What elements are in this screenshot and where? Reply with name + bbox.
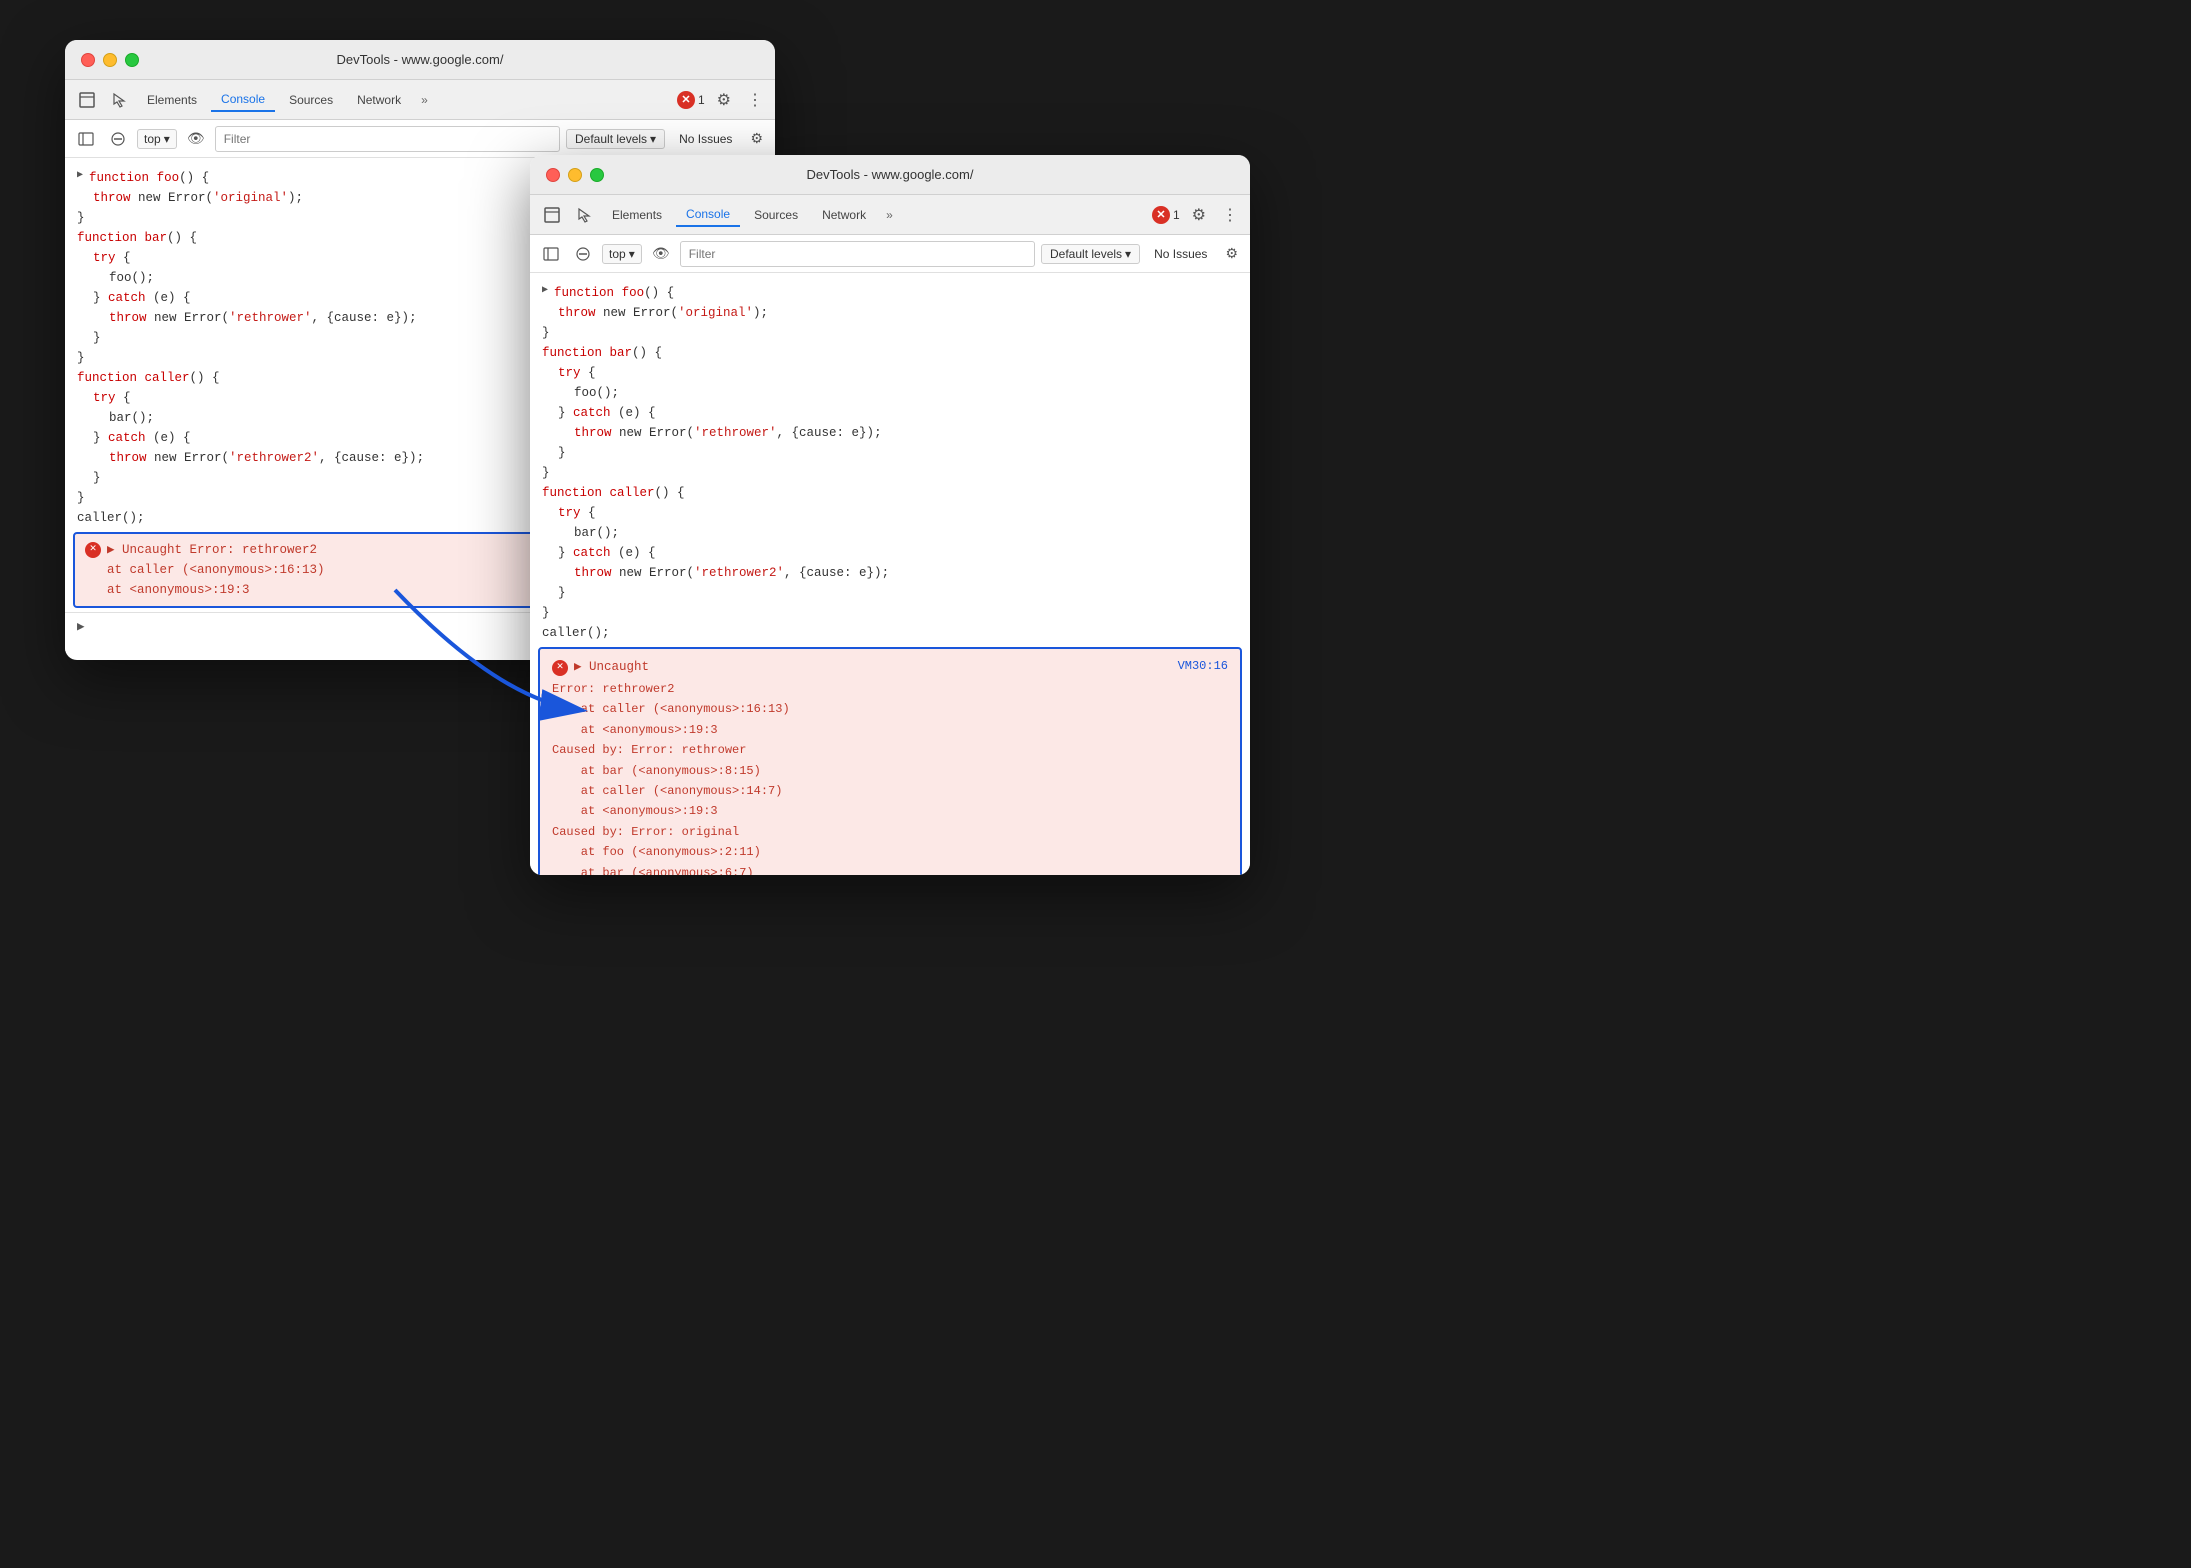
tab-more-2[interactable]: »: [880, 204, 899, 226]
default-levels-1[interactable]: Default levels ▾: [566, 129, 665, 149]
tab-network-1[interactable]: Network: [347, 89, 411, 111]
tab-network-2[interactable]: Network: [812, 204, 876, 226]
uncaught-label[interactable]: ▶ Uncaught: [574, 657, 649, 677]
context-label-2: top: [609, 247, 626, 261]
error-icon-2: ✕: [552, 660, 568, 676]
traffic-lights-1: [81, 53, 139, 67]
error-badge-2: ✕: [1152, 206, 1170, 224]
error-badge-1: ✕: [677, 91, 695, 109]
inspect-icon-1[interactable]: [73, 86, 101, 114]
chevron-icon-levels-2: ▾: [1125, 247, 1131, 261]
dots-icon-2[interactable]: ⋮: [1218, 201, 1242, 229]
code-line-2-10: }: [530, 463, 1250, 483]
context-dropdown-1[interactable]: top ▾: [137, 129, 177, 149]
window-title-1: DevTools - www.google.com/: [337, 52, 504, 67]
cursor-icon-2[interactable]: [570, 201, 598, 229]
sidebar-toggle-2[interactable]: [538, 241, 564, 267]
tab-sources-1[interactable]: Sources: [279, 89, 343, 111]
filter-input-2[interactable]: [680, 241, 1035, 267]
close-button-2[interactable]: [546, 168, 560, 182]
code-line-2-2: throw new Error('original');: [530, 303, 1250, 323]
default-levels-label-1: Default levels: [575, 132, 647, 146]
code-line-2-16: }: [530, 583, 1250, 603]
title-bar-2: DevTools - www.google.com/: [530, 155, 1250, 195]
tab-sources-2[interactable]: Sources: [744, 204, 808, 226]
code-line-2-7: } catch (e) {: [530, 403, 1250, 423]
code-line-2-11: function caller() {: [530, 483, 1250, 503]
error-box-2-header: ✕ ▶ Uncaught VM30:16: [552, 657, 1228, 677]
code-line-2-13: bar();: [530, 523, 1250, 543]
code-line-2-4: function bar() {: [530, 343, 1250, 363]
chevron-icon-levels-1: ▾: [650, 132, 656, 146]
prompt-1: ▶: [77, 617, 85, 637]
filter-bar-2: top ▾ 👁 Default levels ▾ No Issues ⚙: [530, 235, 1250, 273]
tab-right-1: ✕ 1 ⚙ ⋮: [677, 86, 767, 114]
tabs-bar-1: Elements Console Sources Network » ✕ 1 ⚙…: [65, 80, 775, 120]
no-issues-2: No Issues: [1146, 245, 1215, 263]
code-line-2-6: foo();: [530, 383, 1250, 403]
code-line-2-3: }: [530, 323, 1250, 343]
error-box-2: ✕ ▶ Uncaught VM30:16 Error: rethrower2 a…: [538, 647, 1242, 875]
chevron-down-icon-1: ▾: [164, 132, 170, 146]
eye-icon-2[interactable]: 👁: [648, 241, 674, 267]
code-line-2-5: try {: [530, 363, 1250, 383]
window-title-2: DevTools - www.google.com/: [807, 167, 974, 182]
default-levels-2[interactable]: Default levels ▾: [1041, 244, 1140, 264]
vm-link[interactable]: VM30:16: [1178, 657, 1228, 676]
no-issues-1: No Issues: [671, 130, 740, 148]
error-num-1: 1: [698, 93, 705, 107]
context-label-1: top: [144, 132, 161, 146]
inspect-icon-2[interactable]: [538, 201, 566, 229]
traffic-lights-2: [546, 168, 604, 182]
error-icon-1: ✕: [85, 542, 101, 558]
cursor-icon-1[interactable]: [105, 86, 133, 114]
gear-icon-1[interactable]: ⚙: [713, 86, 735, 114]
code-line-2-15: throw new Error('rethrower2', {cause: e}…: [530, 563, 1250, 583]
code-line-2-8: throw new Error('rethrower', {cause: e})…: [530, 423, 1250, 443]
settings-icon-1[interactable]: ⚙: [746, 126, 767, 151]
sidebar-toggle-1[interactable]: [73, 126, 99, 152]
maximize-button-2[interactable]: [590, 168, 604, 182]
filter-bar-1: top ▾ 👁 Default levels ▾ No Issues ⚙: [65, 120, 775, 158]
code-line-2-18: caller();: [530, 623, 1250, 643]
tabs-bar-2: Elements Console Sources Network » ✕ 1 ⚙…: [530, 195, 1250, 235]
minimize-button-1[interactable]: [103, 53, 117, 67]
devtools-window-2: DevTools - www.google.com/ Elements Cons…: [530, 155, 1250, 875]
expand-arrow-1[interactable]: ▶: [77, 168, 83, 188]
tab-elements-2[interactable]: Elements: [602, 204, 672, 226]
code-line-2-14: } catch (e) {: [530, 543, 1250, 563]
code-line-2-1: ▶ function foo() {: [530, 283, 1250, 303]
tab-console-2[interactable]: Console: [676, 203, 740, 227]
clear-console-2[interactable]: [570, 241, 596, 267]
code-line-2-12: try {: [530, 503, 1250, 523]
chevron-down-icon-2: ▾: [629, 247, 635, 261]
maximize-button-1[interactable]: [125, 53, 139, 67]
eye-icon-1[interactable]: 👁: [183, 126, 209, 152]
error-count-1: ✕ 1: [677, 91, 705, 109]
tab-elements-1[interactable]: Elements: [137, 89, 207, 111]
filter-input-1[interactable]: [215, 126, 560, 152]
code-line-2-9: }: [530, 443, 1250, 463]
error-header-left: ✕ ▶ Uncaught: [552, 657, 649, 677]
gear-icon-2[interactable]: ⚙: [1188, 201, 1210, 229]
tab-right-2: ✕ 1 ⚙ ⋮: [1152, 201, 1242, 229]
code-area-2: ▶ function foo() { throw new Error('orig…: [530, 273, 1250, 875]
settings-icon-2[interactable]: ⚙: [1221, 241, 1242, 266]
error-detail-text: Error: rethrower2 at caller (<anonymous>…: [552, 679, 1228, 875]
close-button-1[interactable]: [81, 53, 95, 67]
title-bar-1: DevTools - www.google.com/: [65, 40, 775, 80]
error-num-2: 1: [1173, 208, 1180, 222]
code-line-2-17: }: [530, 603, 1250, 623]
dots-icon-1[interactable]: ⋮: [743, 86, 767, 114]
error-count-2: ✕ 1: [1152, 206, 1180, 224]
tab-more-1[interactable]: »: [415, 89, 434, 111]
expand-arrow-2[interactable]: ▶: [542, 283, 548, 303]
context-dropdown-2[interactable]: top ▾: [602, 244, 642, 264]
minimize-button-2[interactable]: [568, 168, 582, 182]
tab-console-1[interactable]: Console: [211, 88, 275, 112]
clear-console-1[interactable]: [105, 126, 131, 152]
default-levels-label-2: Default levels: [1050, 247, 1122, 261]
